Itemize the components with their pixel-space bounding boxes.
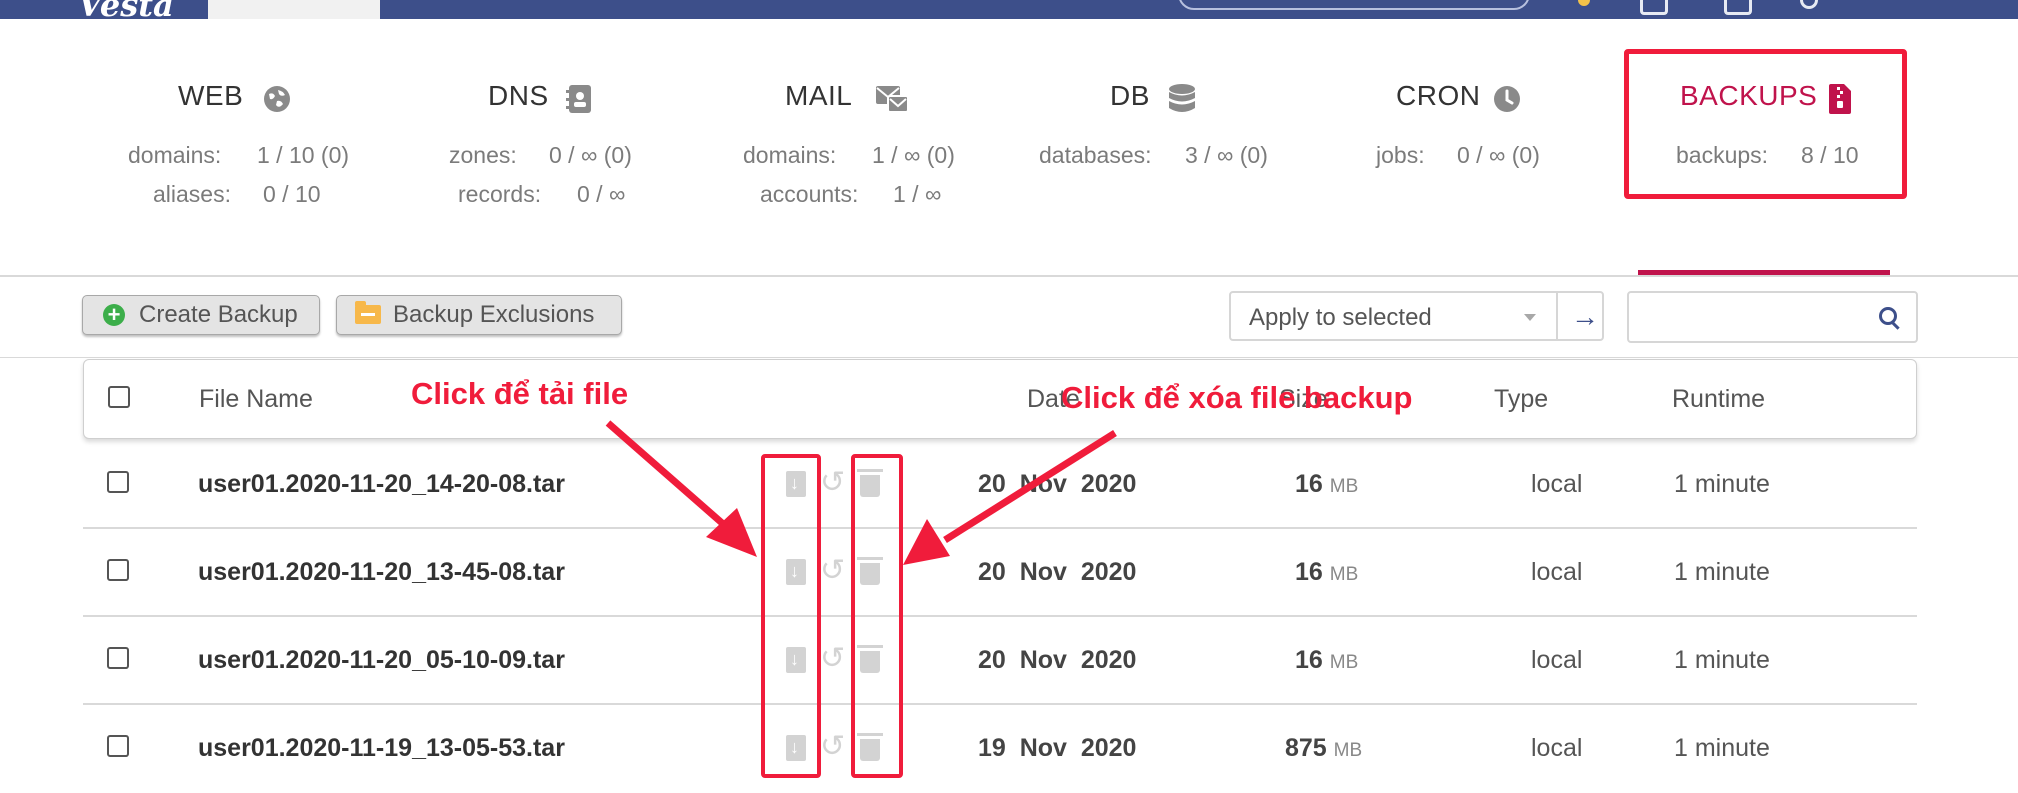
delete-hint-label: Click để xóa file backup (1061, 380, 1413, 415)
download-hint-label: Click để tải file (411, 376, 629, 411)
annotation-arrows (605, 420, 1117, 565)
